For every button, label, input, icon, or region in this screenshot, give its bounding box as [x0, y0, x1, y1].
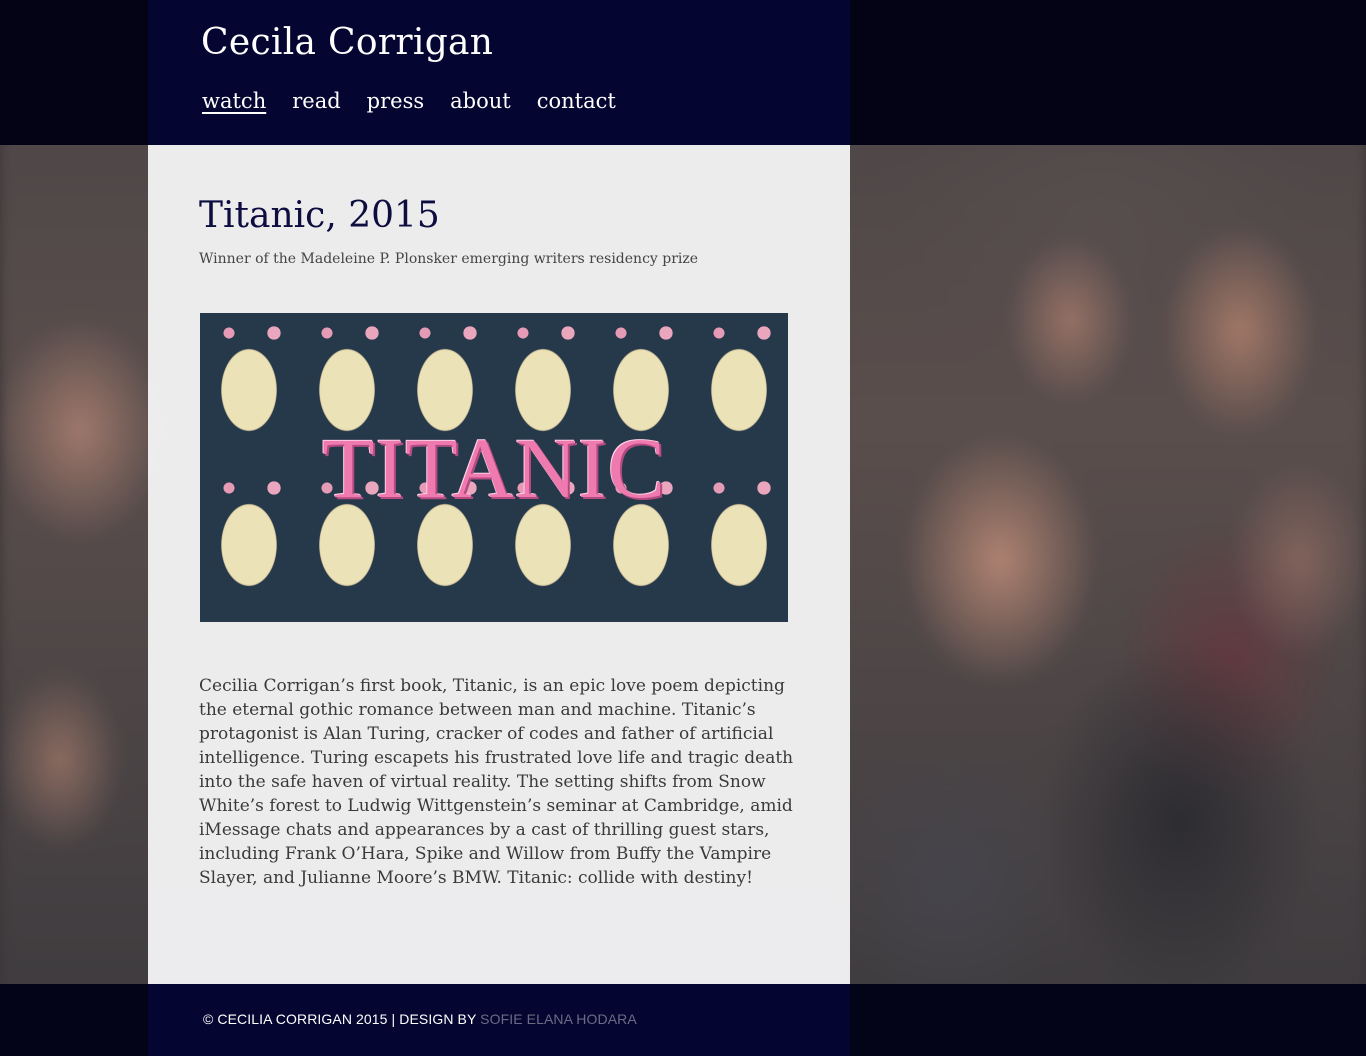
nav-item-about[interactable]: about: [450, 89, 511, 113]
site-footer: © CECILIA CORRIGAN 2015 | DESIGN BY SOFI…: [148, 984, 850, 1056]
footer-text: © CECILIA CORRIGAN 2015 | DESIGN BY SOFI…: [203, 1011, 637, 1027]
book-cover-title: TITANIC: [321, 419, 667, 516]
nav-item-read[interactable]: read: [292, 89, 340, 113]
page-title: Titanic, 2015: [199, 195, 440, 236]
book-description: Cecilia Corrigan’s first book, Titanic, …: [199, 676, 794, 888]
footer-designer-link[interactable]: SOFIE ELANA HODARA: [480, 1011, 637, 1027]
nav-item-watch[interactable]: watch: [202, 89, 266, 113]
main-nav: watch read press about contact: [202, 89, 616, 113]
nav-item-press[interactable]: press: [367, 89, 424, 113]
footer-copyright: © CECILIA CORRIGAN 2015 | DESIGN BY: [203, 1011, 481, 1027]
site-header: Cecila Corrigan watch read press about c…: [148, 0, 850, 145]
nav-item-contact[interactable]: contact: [537, 89, 616, 113]
site-title[interactable]: Cecila Corrigan: [201, 22, 493, 63]
content-panel: Titanic, 2015 Winner of the Madeleine P.…: [148, 145, 850, 984]
book-cover-image[interactable]: TITANIC: [200, 313, 788, 622]
page-subtitle: Winner of the Madeleine P. Plonsker emer…: [199, 251, 699, 267]
